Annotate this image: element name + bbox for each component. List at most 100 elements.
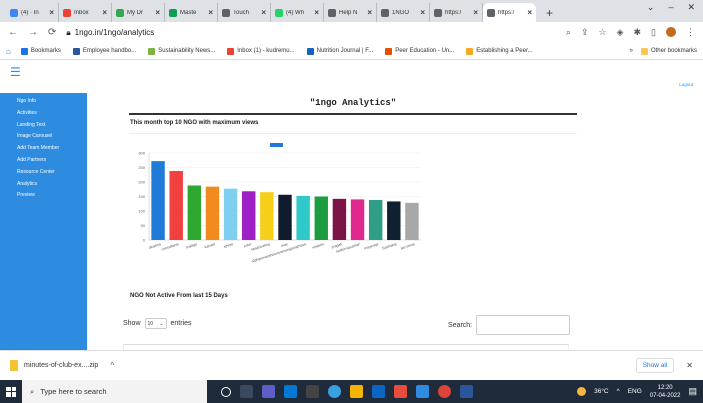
entries-select[interactable]: 10 ⌄ <box>144 318 167 329</box>
sidebar-item-activities[interactable]: Activities <box>0 108 87 120</box>
sidebar-item-add-partners[interactable]: Add Partners <box>0 155 87 167</box>
reload-icon[interactable]: ⟳ <box>48 27 56 38</box>
chrome-icon[interactable] <box>438 385 451 398</box>
sidebar-item-landing-text[interactable]: Landing Text <box>0 120 87 132</box>
close-tab-icon[interactable]: × <box>102 8 107 17</box>
favicon-icon <box>381 8 389 17</box>
sidebar-item-resource-center[interactable]: Resource Center <box>0 167 87 179</box>
chart-bar <box>387 201 401 240</box>
browser-tab[interactable]: My Dr × <box>112 3 165 22</box>
profile-avatar[interactable] <box>666 27 676 37</box>
tab-title: https:/ <box>498 9 515 16</box>
bookmark-item[interactable]: Inbox (1) - kudremu... <box>227 47 295 55</box>
browser-tab[interactable]: Maste × <box>165 3 218 22</box>
taskbar-search[interactable]: ⌕ Type here to search <box>22 380 207 403</box>
sidebar-item-add-team-member[interactable]: Add Team Member <box>0 143 87 155</box>
sidebar-item-analytics[interactable]: Analytics <box>0 179 87 191</box>
bookmark-item[interactable]: Nutrition Journal | F... <box>306 47 373 55</box>
share-icon[interactable]: ⇪ <box>581 27 589 38</box>
y-tick-label: 250 <box>138 165 145 170</box>
bookmark-item[interactable]: Bookmarks <box>20 47 61 55</box>
zoom-icon[interactable]: ⌕ <box>566 27 571 38</box>
close-tab-icon[interactable]: × <box>155 8 160 17</box>
bookmark-item[interactable]: Employee handbo... <box>72 47 136 55</box>
bookmark-item[interactable]: Establishing a Peer... <box>466 47 533 55</box>
y-tick-label: 100 <box>138 208 145 213</box>
edge-browser-icon[interactable] <box>328 385 341 398</box>
sidebar-item-preview[interactable]: Preview <box>0 190 87 202</box>
file-explorer-icon[interactable] <box>350 385 363 398</box>
browser-tab[interactable]: (4) · In × <box>6 3 59 22</box>
show-all-button[interactable]: Show all <box>635 358 675 373</box>
chevron-down-icon[interactable]: ⌄ <box>647 2 655 13</box>
language-indicator[interactable]: ENG <box>628 388 642 395</box>
y-tick-label: 150 <box>138 194 145 199</box>
store-icon[interactable] <box>394 385 407 398</box>
close-tab-icon[interactable]: × <box>49 8 54 17</box>
camera-icon[interactable] <box>306 385 319 398</box>
close-tab-icon[interactable]: × <box>473 8 478 17</box>
edge-icon[interactable] <box>284 385 297 398</box>
new-tab-button[interactable]: + <box>536 3 563 22</box>
logout-link[interactable]: Logout <box>679 82 693 87</box>
back-icon[interactable]: ← <box>8 27 18 38</box>
close-window-button[interactable]: ✕ <box>687 2 695 13</box>
cortana-icon[interactable] <box>221 386 231 397</box>
close-tab-icon[interactable]: × <box>420 8 425 17</box>
sidebar-item-image-carousel[interactable]: Image Carousel <box>0 131 87 143</box>
bookmark-label: Sustainability News... <box>158 48 216 54</box>
menu-icon[interactable]: ⋮ <box>686 27 695 38</box>
search-input[interactable] <box>476 315 571 335</box>
close-tab-icon[interactable]: × <box>261 8 266 17</box>
forward-icon[interactable]: → <box>28 27 38 38</box>
notification-icon[interactable]: ▤ <box>688 386 697 397</box>
browser-tab[interactable]: Help N × <box>324 3 377 22</box>
bookmark-label: Bookmarks <box>30 48 61 54</box>
download-item[interactable]: minutes-of-club-ex....zip ^ <box>10 360 114 371</box>
chart-bar <box>169 170 183 240</box>
browser-tab[interactable]: Touch × <box>218 3 271 22</box>
other-bookmarks[interactable]: Other bookmarks <box>640 47 697 55</box>
sidepanel-icon[interactable]: ▯ <box>651 27 656 38</box>
browser-tab-strip: (4) · In × Inbox × My Dr × Maste × Touch × (4) Wh ×… <box>0 0 703 22</box>
bookmark-item[interactable]: Sustainability News... <box>148 47 216 55</box>
temperature[interactable]: 36°C <box>594 388 609 395</box>
close-tab-icon[interactable]: × <box>367 8 372 17</box>
weather-icon[interactable] <box>577 387 587 396</box>
chevron-up-icon[interactable]: ^ <box>110 361 114 370</box>
teams-icon[interactable] <box>262 385 275 398</box>
browser-tab[interactable]: Inbox × <box>59 3 112 22</box>
browser-tab[interactable]: 1NGO × <box>377 3 430 22</box>
y-tick-label: 0 <box>143 237 146 242</box>
bookmark-item[interactable]: Peer Education - Un... <box>385 47 454 55</box>
close-tab-icon[interactable]: × <box>208 8 213 17</box>
bookmarks-overflow[interactable]: » <box>630 48 633 54</box>
skype-icon[interactable] <box>372 385 385 398</box>
start-button[interactable] <box>0 380 22 403</box>
task-view-icon[interactable] <box>240 385 253 398</box>
close-tab-icon[interactable]: × <box>314 8 319 17</box>
tab-title: Maste <box>180 9 197 16</box>
clock[interactable]: 12:20 07-04-2022 <box>650 384 681 400</box>
close-icon[interactable]: ✕ <box>686 361 693 370</box>
extension-icon[interactable]: ◈ <box>617 27 624 38</box>
browser-tab[interactable]: (4) Wh × <box>271 3 324 22</box>
star-icon[interactable]: ☆ <box>599 27 607 38</box>
hamburger-menu-icon[interactable]: ☰ <box>10 65 21 79</box>
browser-tab[interactable]: https:/ × <box>430 3 483 22</box>
close-tab-icon[interactable]: × <box>527 8 532 17</box>
sidebar-item-ngo-info[interactable]: Ngo Info <box>0 96 87 108</box>
entries-label: entries <box>170 320 192 327</box>
puzzle-icon[interactable]: ✱ <box>634 27 642 38</box>
app-icon[interactable] <box>416 385 429 398</box>
x-tick-label: vnawes <box>312 242 325 250</box>
browser-tab[interactable]: https:/ × <box>483 3 536 22</box>
tray-chevron-icon[interactable]: ^ <box>617 388 620 395</box>
word-icon[interactable] <box>460 385 473 398</box>
chart-bar <box>205 186 220 240</box>
favicon-icon <box>10 8 18 17</box>
minimize-button[interactable]: ‒ <box>668 2 673 13</box>
url-field[interactable]: 🔒︎ 1ngo.in/1ngo/analytics <box>66 28 556 38</box>
apps-icon[interactable]: ⌂ <box>6 47 11 56</box>
download-bar: minutes-of-club-ex....zip ^ Show all ✕ <box>0 350 703 380</box>
